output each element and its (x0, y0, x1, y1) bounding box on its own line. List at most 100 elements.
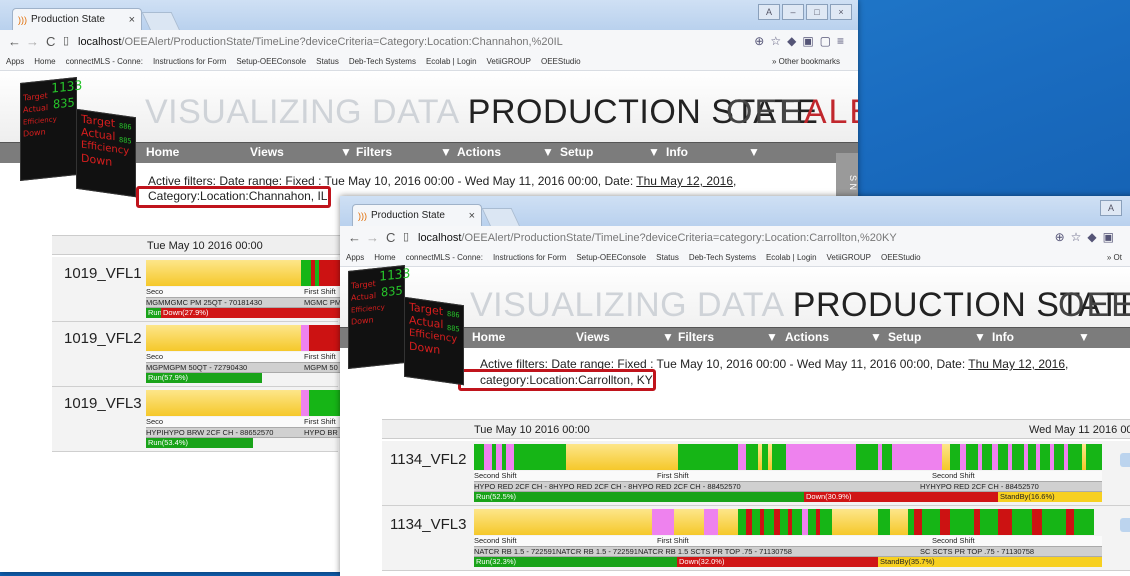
bookmark-item[interactable]: Ecolab | Login (426, 57, 477, 66)
menu-info-arrow-icon[interactable]: ▼ (1078, 330, 1090, 344)
state-timeline-bar[interactable] (474, 509, 1102, 535)
state-timeline-bar[interactable] (146, 390, 346, 416)
tab-title: Production State (371, 210, 445, 221)
forward-arrow-icon[interactable]: → (26, 34, 39, 49)
state-segment (484, 444, 492, 470)
menu-actions[interactable]: Actions (457, 145, 501, 159)
menu-actions[interactable]: Actions (785, 330, 829, 344)
bookmark-item[interactable]: Setup-OEEConsole (576, 253, 646, 262)
standby-percent: StandBy(35.7%) (878, 557, 1102, 567)
bookmark-item[interactable]: VetiiGROUP (827, 253, 871, 262)
menu-actions-arrow-icon[interactable]: ▼ (542, 145, 554, 159)
bookmark-item[interactable]: Home (374, 253, 395, 262)
new-tab-button[interactable] (141, 12, 181, 31)
menu-views-arrow-icon[interactable]: ▼ (662, 330, 674, 344)
state-segment (832, 509, 878, 535)
user-icon[interactable]: A (1100, 200, 1122, 216)
logo-label-down: Down (23, 127, 46, 139)
oeealert-brand: OEE (1058, 286, 1130, 325)
url-field[interactable]: localhost/OEEAlert/ProductionState/TimeL… (418, 229, 1050, 247)
row-action-button[interactable] (1120, 518, 1130, 532)
bookmark-item[interactable]: VetiiGROUP (487, 57, 531, 66)
close-window-icon[interactable]: × (830, 4, 852, 20)
user-icon[interactable]: A (758, 4, 780, 20)
state-segment (890, 509, 908, 535)
url-host: localhost (78, 36, 122, 48)
state-timeline-bar[interactable] (146, 260, 346, 286)
bookmark-item[interactable]: Instructions for Form (493, 253, 566, 262)
toolbar-icons[interactable]: ⊕☆◆▣▢≡ (754, 34, 850, 48)
state-timeline-bar[interactable] (146, 325, 346, 351)
menu-actions-arrow-icon[interactable]: ▼ (870, 330, 882, 344)
bookmark-item[interactable]: connectMLS - Conne: (406, 253, 483, 262)
menu-setup[interactable]: Setup (560, 145, 593, 159)
filters-suffix: , (733, 174, 737, 188)
product-strip: NATCR RB 1.5 - 722591NATCR RB 1.5 - 7225… (474, 546, 1102, 557)
bookmark-item[interactable]: Ecolab | Login (766, 253, 817, 262)
back-arrow-icon[interactable]: ← (348, 230, 361, 245)
state-segment (738, 444, 746, 470)
bookmark-item[interactable]: Deb-Tech Systems (689, 253, 756, 262)
url-field[interactable]: localhost/OEEAlert/ProductionState/TimeL… (78, 33, 778, 51)
bookmark-item[interactable]: OEEStudio (881, 253, 921, 262)
menu-filters-arrow-icon[interactable]: ▼ (766, 330, 778, 344)
bookmark-item[interactable]: OEEStudio (541, 57, 581, 66)
close-tab-icon[interactable]: × (129, 9, 135, 31)
product-label: MGMMGMC PM 25QT - 70181430 (146, 298, 263, 307)
bookmark-item[interactable]: Apps (346, 253, 364, 262)
logo-label-target: Target (23, 91, 48, 103)
maximize-icon[interactable]: □ (806, 4, 828, 20)
state-segment (980, 509, 998, 535)
menu-views[interactable]: Views (576, 330, 610, 344)
browser-tab[interactable]: ))) Production State × (12, 8, 142, 30)
minimize-icon[interactable]: – (782, 4, 804, 20)
menu-info[interactable]: Info (992, 330, 1014, 344)
browser-tab[interactable]: ))) Production State × (352, 204, 482, 226)
window-controls: A – □ × (758, 4, 852, 20)
bookmark-item[interactable]: Status (316, 57, 339, 66)
url-path: /OEEAlert/ProductionState/TimeLine?devic… (461, 232, 897, 244)
bookmark-item[interactable]: Home (34, 57, 55, 66)
menu-home[interactable]: Home (146, 145, 179, 159)
device-name: 1019_VFL2 (64, 330, 142, 347)
filters-date-link[interactable]: Thu May 12, 2016 (636, 174, 733, 188)
menu-filters-arrow-icon[interactable]: ▼ (440, 145, 452, 159)
banner-title: VISUALIZING DATA PRODUCTION STATE (145, 93, 818, 132)
state-segment (820, 509, 832, 535)
state-timeline-bar[interactable] (474, 444, 1102, 470)
bookmark-item[interactable]: Apps (6, 57, 24, 66)
reload-icon[interactable]: C (46, 34, 55, 49)
state-segment (998, 509, 1012, 535)
bookmark-item[interactable]: Setup-OEEConsole (236, 57, 306, 66)
menu-info[interactable]: Info (666, 145, 688, 159)
toolbar-icons[interactable]: ⊕☆◆▣ (1055, 230, 1120, 244)
title-bar: ))) Production State × A – □ × (0, 0, 858, 31)
bookmark-item[interactable]: Instructions for Form (153, 57, 226, 66)
menu-setup-arrow-icon[interactable]: ▼ (974, 330, 986, 344)
menu-info-arrow-icon[interactable]: ▼ (748, 145, 760, 159)
oeealert-logo-panel-2: Target Actual Efficiency Down 886 885 (404, 296, 464, 386)
filters-date-link[interactable]: Thu May 12, 2016 (968, 357, 1065, 371)
menu-views[interactable]: Views (250, 145, 284, 159)
bookmark-item[interactable]: Status (656, 253, 679, 262)
menu-setup-arrow-icon[interactable]: ▼ (648, 145, 660, 159)
close-tab-icon[interactable]: × (469, 205, 475, 227)
other-bookmarks[interactable]: » Ot (1100, 250, 1122, 266)
state-segment (1040, 444, 1050, 470)
menu-views-arrow-icon[interactable]: ▼ (340, 145, 352, 159)
product-label-b: SC SCTS PR TOP .75 - 71130758 (920, 547, 1035, 556)
other-bookmarks[interactable]: » Other bookmarks (765, 54, 840, 70)
menu-filters[interactable]: Filters (356, 145, 392, 159)
menu-filters[interactable]: Filters (678, 330, 714, 344)
back-arrow-icon[interactable]: ← (8, 34, 21, 49)
down-percent: Down(32.0%) (677, 557, 878, 567)
logo-label-actual: Actual (23, 103, 49, 115)
row-action-button[interactable] (1120, 453, 1130, 467)
menu-home[interactable]: Home (472, 330, 505, 344)
menu-setup[interactable]: Setup (888, 330, 921, 344)
reload-icon[interactable]: C (386, 230, 395, 245)
new-tab-button[interactable] (481, 208, 521, 227)
forward-arrow-icon[interactable]: → (366, 230, 379, 245)
bookmark-item[interactable]: connectMLS - Conne: (66, 57, 143, 66)
bookmark-item[interactable]: Deb-Tech Systems (349, 57, 416, 66)
